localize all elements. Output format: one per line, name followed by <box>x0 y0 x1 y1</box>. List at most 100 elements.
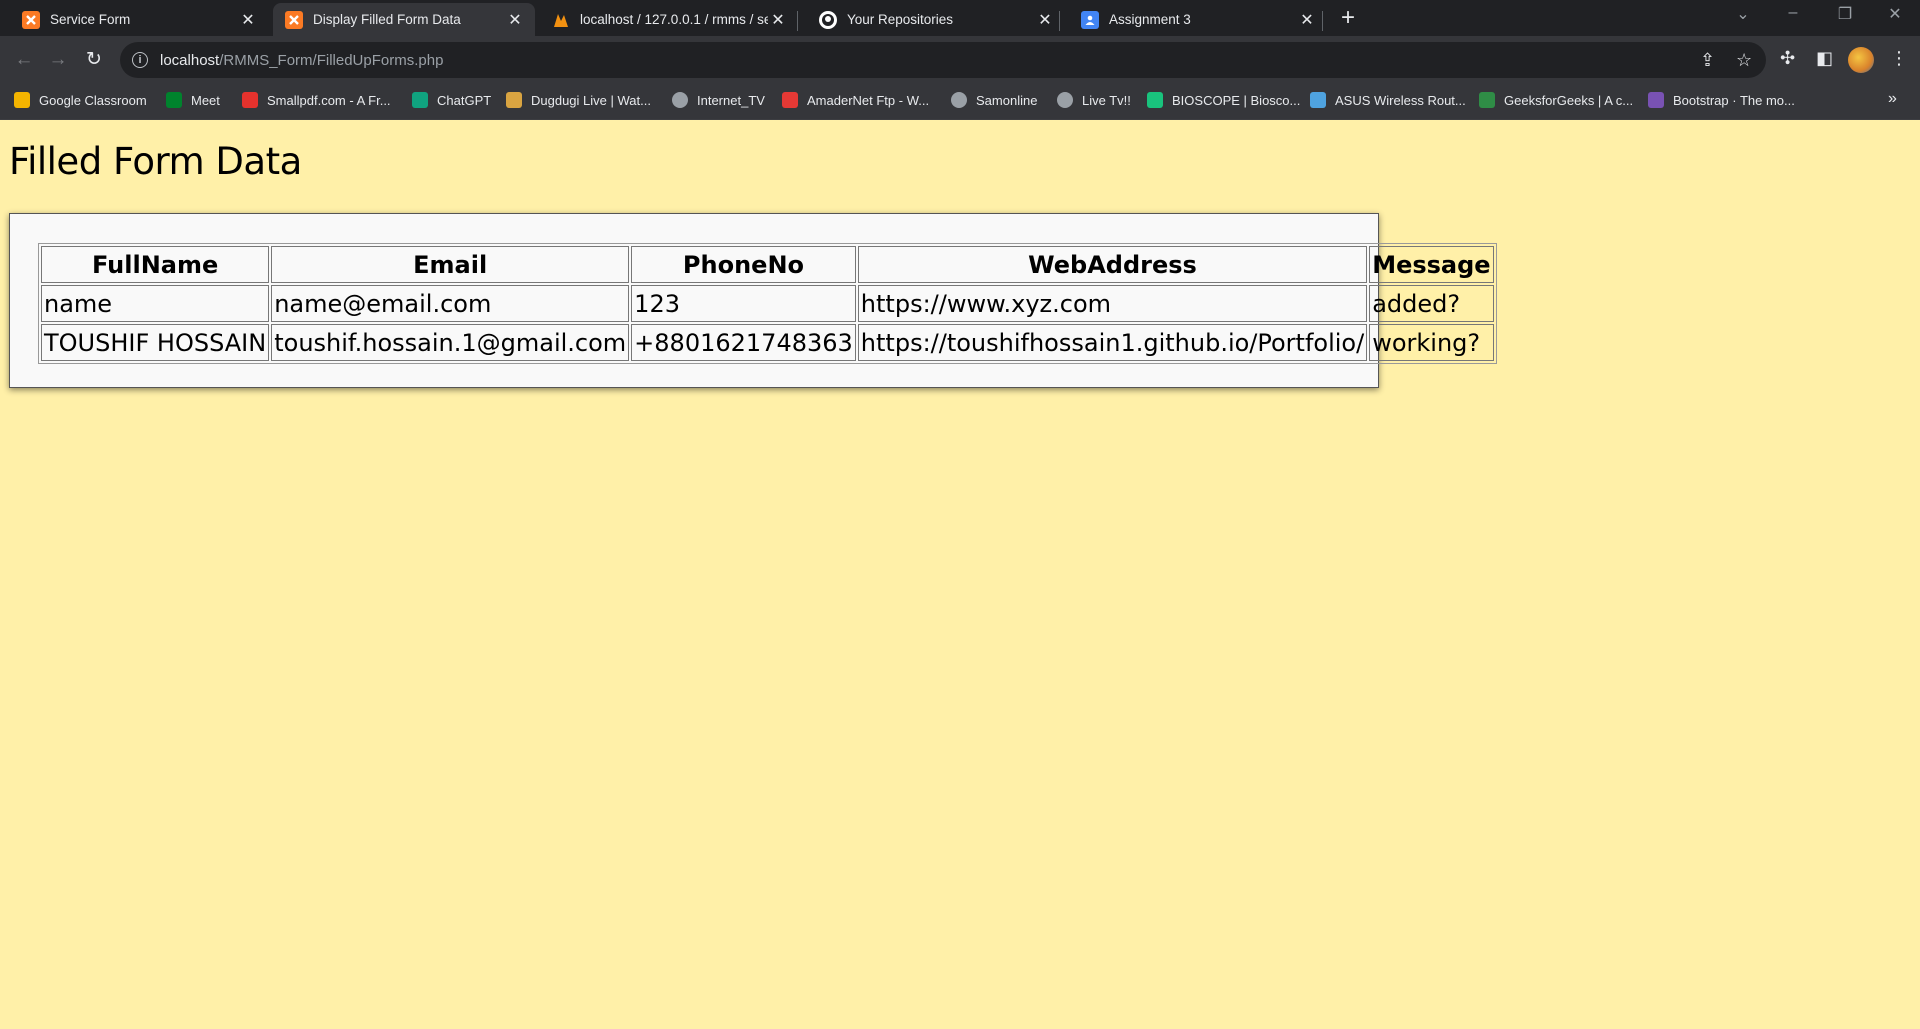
share-icon[interactable]: ⇪ <box>1700 50 1715 71</box>
tab-your-repositories[interactable]: Your Repositories ✕ <box>797 3 1065 36</box>
site-info-icon[interactable]: i <box>132 52 148 68</box>
bookmark-chatgpt[interactable]: ChatGPT <box>412 92 491 108</box>
bookmark-label: Bootstrap · The mo... <box>1673 92 1795 108</box>
cell-phoneno: +8801621748363 <box>631 324 856 361</box>
bioscope-icon <box>1147 92 1163 108</box>
bookmark-google-classroom[interactable]: Google Classroom <box>14 92 147 108</box>
forward-icon[interactable]: → <box>46 48 70 72</box>
menu-icon[interactable]: ⋮ <box>1890 48 1908 69</box>
bookmark-amadernet-ftp[interactable]: AmaderNet Ftp - W... <box>782 92 929 108</box>
tab-search-icon[interactable]: ⌄ <box>1728 4 1758 24</box>
globe-icon <box>1057 92 1073 108</box>
bookmark-label: Dugdugi Live | Wat... <box>531 92 651 108</box>
classroom-icon <box>14 92 30 108</box>
bookmark-bootstrap[interactable]: Bootstrap · The mo... <box>1648 92 1795 108</box>
close-icon[interactable]: ✕ <box>505 10 525 30</box>
bookmark-bioscope[interactable]: BIOSCOPE | Biosco... <box>1147 92 1300 108</box>
bookmark-samonline[interactable]: Samonline <box>951 92 1037 108</box>
bookmark-label: Internet_TV <box>697 92 765 108</box>
bookmark-smallpdf[interactable]: Smallpdf.com - A Fr... <box>242 92 391 108</box>
meet-icon <box>166 92 182 108</box>
smallpdf-icon <box>242 92 258 108</box>
geeksforgeeks-icon <box>1479 92 1495 108</box>
tab-phpmyadmin[interactable]: localhost / 127.0.0.1 / rmms / se ✕ <box>530 3 798 36</box>
bookmark-label: AmaderNet Ftp - W... <box>807 92 930 108</box>
new-tab-button[interactable]: + <box>1336 6 1360 30</box>
cell-fullname: name <box>41 285 270 322</box>
tab-title: Service Form <box>50 12 131 27</box>
bookmarks-bar: Google Classroom Meet Smallpdf.com - A F… <box>0 84 1920 120</box>
tab-separator <box>1322 11 1323 31</box>
bookmark-dugdugi-live[interactable]: Dugdugi Live | Wat... <box>506 92 651 108</box>
dugdugi-icon <box>506 92 522 108</box>
address-bar[interactable]: i localhost/RMMS_Form/FilledUpForms.php … <box>120 42 1766 78</box>
bookmark-geeksforgeeks[interactable]: GeeksforGeeks | A c... <box>1479 92 1633 108</box>
classroom-assignment-icon <box>1081 10 1099 29</box>
bookmark-asus-wireless-router[interactable]: ASUS Wireless Rout... <box>1310 92 1466 108</box>
cell-email: name@email.com <box>271 285 630 322</box>
router-icon <box>1310 92 1326 108</box>
github-icon <box>819 10 837 29</box>
url-host: localhost <box>160 51 220 69</box>
table-row: name name@email.com 123 https://www.xyz.… <box>41 285 1494 322</box>
tab-title: Your Repositories <box>847 12 954 27</box>
minimize-icon[interactable]: – <box>1778 4 1808 22</box>
close-icon[interactable]: ✕ <box>1035 10 1055 30</box>
cell-webaddress: https://toushifhossain1.github.io/Portfo… <box>857 324 1368 361</box>
tab-service-form[interactable]: Service Form ✕ <box>0 3 268 36</box>
column-header-phoneno: PhoneNo <box>631 246 856 283</box>
globe-icon <box>951 92 967 108</box>
restore-icon[interactable]: ❐ <box>1830 4 1860 24</box>
column-header-email: Email <box>271 246 630 283</box>
column-header-fullname: FullName <box>41 246 270 283</box>
bookmark-label: Smallpdf.com - A Fr... <box>267 92 391 108</box>
profile-avatar[interactable] <box>1848 47 1874 73</box>
browser-toolbar: ← → ↻ i localhost/RMMS_Form/FilledUpForm… <box>0 36 1920 84</box>
cell-webaddress: https://www.xyz.com <box>857 285 1368 322</box>
close-window-icon[interactable]: ✕ <box>1880 4 1910 24</box>
url-path: /RMMS_Form/FilledUpForms.php <box>219 51 444 69</box>
bookmark-label: BIOSCOPE | Biosco... <box>1172 92 1301 108</box>
bookmark-star-icon[interactable]: ☆ <box>1736 50 1752 71</box>
amadernet-icon <box>782 92 798 108</box>
bookmark-label: Meet <box>191 92 220 108</box>
tab-title: Display Filled Form Data <box>313 12 461 27</box>
form-data-card: FullName Email PhoneNo WebAddress Messag… <box>9 213 1497 388</box>
bookmark-label: ChatGPT <box>437 92 492 108</box>
page-title: Filled Form Data <box>9 140 302 183</box>
form-data-table: FullName Email PhoneNo WebAddress Messag… <box>38 243 1497 364</box>
side-panel-icon[interactable]: ◧ <box>1816 48 1833 69</box>
column-header-message: Message <box>1369 246 1494 283</box>
reload-icon[interactable]: ↻ <box>82 48 106 72</box>
bookmark-live-tv[interactable]: Live Tv!! <box>1057 92 1131 108</box>
table-header-row: FullName Email PhoneNo WebAddress Messag… <box>41 246 1494 283</box>
extensions-icon[interactable]: ✣ <box>1780 48 1795 69</box>
xampp-icon <box>285 10 303 29</box>
globe-icon <box>672 92 688 108</box>
close-icon[interactable]: ✕ <box>768 10 788 30</box>
tab-assignment-3[interactable]: Assignment 3 ✕ <box>1059 3 1327 36</box>
cell-message: working? <box>1369 324 1494 361</box>
column-header-webaddress: WebAddress <box>857 246 1368 283</box>
tab-title: localhost / 127.0.0.1 / rmms / se <box>580 12 768 27</box>
bootstrap-icon <box>1648 92 1664 108</box>
close-icon[interactable]: ✕ <box>1297 10 1317 30</box>
back-icon[interactable]: ← <box>12 48 36 72</box>
bookmark-internet-tv[interactable]: Internet_TV <box>672 92 765 108</box>
cell-message: added? <box>1369 285 1494 322</box>
tab-display-filled-form-data[interactable]: Display Filled Form Data ✕ <box>273 3 535 36</box>
bookmark-label: ASUS Wireless Rout... <box>1335 92 1466 108</box>
cell-phoneno: 123 <box>631 285 856 322</box>
bookmark-meet[interactable]: Meet <box>166 92 220 108</box>
bookmark-label: Live Tv!! <box>1082 92 1131 108</box>
bookmark-label: GeeksforGeeks | A c... <box>1504 92 1634 108</box>
phpmyadmin-icon <box>552 11 570 29</box>
cell-fullname: TOUSHIF HOSSAIN <box>41 324 270 361</box>
more-bookmarks-icon[interactable]: » <box>1888 90 1897 108</box>
close-icon[interactable]: ✕ <box>238 10 258 30</box>
chatgpt-icon <box>412 92 428 108</box>
tab-title: Assignment 3 <box>1109 12 1191 27</box>
tab-strip: Service Form ✕ Display Filled Form Data … <box>0 0 1920 36</box>
bookmark-label: Samonline <box>976 92 1038 108</box>
xampp-icon <box>22 10 40 29</box>
